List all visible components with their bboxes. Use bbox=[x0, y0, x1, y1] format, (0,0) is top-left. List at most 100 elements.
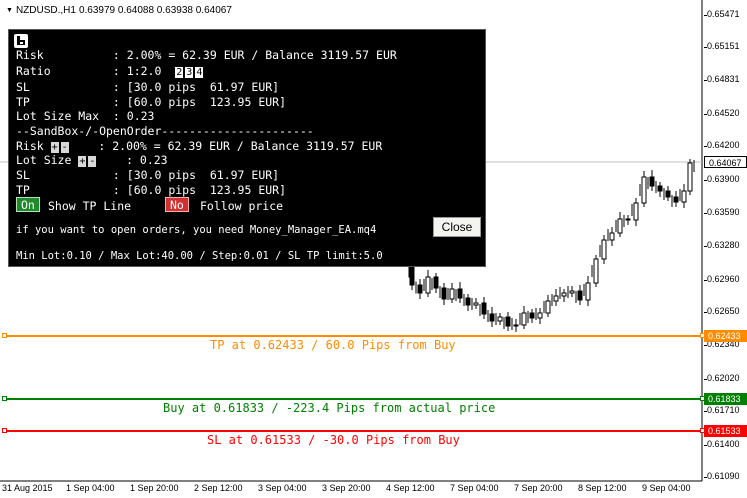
candle-body bbox=[481, 302, 487, 315]
price-tick: 0.63900 bbox=[704, 174, 740, 184]
price-tick: 0.61400 bbox=[704, 439, 740, 449]
show-tp-line-toggle[interactable]: On bbox=[16, 197, 40, 212]
panel-logo-icon bbox=[14, 34, 28, 48]
time-tick: 31 Aug 2015 bbox=[2, 483, 53, 493]
candle-body bbox=[457, 288, 463, 299]
candle-body bbox=[489, 313, 495, 322]
candle-body bbox=[441, 287, 447, 300]
sandbox-sl-row: SL : [30.0 pips 61.97 EUR] bbox=[16, 168, 280, 182]
sl-line-right-handle[interactable] bbox=[700, 428, 705, 433]
candle-body bbox=[505, 316, 511, 327]
tp-line-right-handle[interactable] bbox=[700, 333, 705, 338]
candle-body bbox=[569, 290, 575, 294]
collapse-triangle-icon[interactable]: ▼ bbox=[6, 7, 13, 14]
price-tick: 0.65471 bbox=[704, 9, 740, 19]
sandbox-lot-label: Lot Size bbox=[16, 153, 79, 167]
buy-price-flag: 0.61833 bbox=[704, 393, 747, 405]
ohlc-values: 0.63979 0.64088 0.63938 0.64067 bbox=[78, 5, 232, 16]
candle-body bbox=[649, 176, 655, 187]
price-tick: 0.61710 bbox=[704, 405, 740, 415]
ratio-button-4[interactable]: 4 bbox=[195, 67, 204, 78]
tp-line-caption: TP at 0.62433 / 60.0 Pips from Buy bbox=[210, 338, 456, 352]
tp-row: TP : [60.0 pips 123.95 EUR] bbox=[16, 95, 287, 109]
price-tick: 0.62020 bbox=[704, 373, 740, 383]
buy-line[interactable] bbox=[2, 396, 705, 401]
price-tick: 0.65151 bbox=[704, 41, 740, 51]
follow-price-label: Follow price bbox=[200, 199, 284, 213]
time-tick: 7 Sep 20:00 bbox=[514, 483, 563, 493]
candle-body bbox=[633, 202, 639, 221]
risk-plus-button[interactable]: + bbox=[50, 142, 59, 153]
ea-required-note: if you want to open orders, you need Mon… bbox=[16, 224, 377, 236]
sandbox-lot-value: : 0.23 bbox=[98, 153, 168, 167]
sandbox-risk-value: : 2.00% = 62.39 EUR / Balance 3119.57 EU… bbox=[70, 139, 383, 153]
tp-price-flag: 0.62433 bbox=[704, 330, 747, 342]
candle-body bbox=[617, 218, 623, 234]
price-tick: 0.64831 bbox=[704, 74, 740, 84]
price-axis: 0.65471 0.65151 0.64831 0.64520 0.64200 … bbox=[703, 0, 747, 481]
time-tick: 1 Sep 04:00 bbox=[66, 483, 115, 493]
time-tick: 9 Sep 04:00 bbox=[642, 483, 691, 493]
tp-line-left-handle[interactable] bbox=[2, 333, 7, 338]
tp-line[interactable] bbox=[2, 333, 705, 338]
candle-body bbox=[545, 300, 551, 314]
sl-line-left-handle[interactable] bbox=[2, 428, 7, 433]
ratio-row: Ratio : 1:2.0 234 bbox=[16, 64, 205, 78]
price-tick: 0.62960 bbox=[704, 274, 740, 284]
sandbox-separator: --SandBox-/-OpenOrder-------------------… bbox=[16, 124, 314, 138]
time-axis: 31 Aug 2015 1 Sep 04:00 1 Sep 20:00 2 Se… bbox=[0, 483, 703, 498]
time-tick: 1 Sep 20:00 bbox=[130, 483, 179, 493]
buy-line-left-handle[interactable] bbox=[2, 396, 7, 401]
candle-body bbox=[657, 185, 663, 192]
close-button[interactable]: Close bbox=[433, 217, 481, 237]
sandbox-risk-label: Risk bbox=[16, 139, 51, 153]
sl-line-caption: SL at 0.61533 / -30.0 Pips from Buy bbox=[207, 433, 460, 447]
ratio-button-3[interactable]: 3 bbox=[185, 67, 194, 78]
candle-body bbox=[585, 282, 591, 301]
candle-body bbox=[513, 324, 519, 327]
candle-body bbox=[529, 312, 535, 319]
time-tick: 4 Sep 12:00 bbox=[386, 483, 435, 493]
time-tick: 3 Sep 20:00 bbox=[322, 483, 371, 493]
candle-body bbox=[425, 276, 431, 294]
candle-body bbox=[497, 316, 503, 322]
candle-body bbox=[449, 288, 455, 300]
price-tick: 0.64200 bbox=[704, 140, 740, 150]
price-tick: 0.62650 bbox=[704, 306, 740, 316]
time-tick: 2 Sep 12:00 bbox=[194, 483, 243, 493]
buy-line-right-handle[interactable] bbox=[700, 396, 705, 401]
lot-limits-footer: Min Lot:0.10 / Max Lot:40.00 / Step:0.01… bbox=[16, 250, 383, 262]
lot-plus-button[interactable]: + bbox=[78, 156, 87, 167]
candle-body bbox=[641, 176, 647, 204]
candle-body bbox=[537, 312, 543, 319]
ratio-button-2[interactable]: 2 bbox=[175, 67, 184, 78]
candle-body bbox=[417, 284, 423, 294]
ratio-label: Ratio : 1:2.0 bbox=[16, 64, 176, 78]
candle-body bbox=[593, 258, 599, 284]
follow-price-toggle[interactable]: No bbox=[165, 197, 189, 212]
candle-body bbox=[673, 196, 679, 203]
price-tick: 0.64520 bbox=[704, 108, 740, 118]
risk-row: Risk : 2.00% = 62.39 EUR / Balance 3119.… bbox=[16, 48, 397, 62]
price-tick: 0.63590 bbox=[704, 207, 740, 217]
chart-symbol-label: ▼ NZDUSD.,H1 0.63979 0.64088 0.63938 0.6… bbox=[6, 5, 232, 16]
sandbox-lot-row: Lot Size + - : 0.23 bbox=[16, 153, 168, 167]
buy-line-caption: Buy at 0.61833 / -223.4 Pips from actual… bbox=[163, 401, 496, 415]
sl-row: SL : [30.0 pips 61.97 EUR] bbox=[16, 80, 280, 94]
symbol-name: NZDUSD.,H1 bbox=[15, 5, 76, 16]
candle-body bbox=[681, 190, 687, 203]
risk-minus-button[interactable]: - bbox=[60, 142, 69, 153]
sl-price-flag: 0.61533 bbox=[704, 425, 747, 437]
time-tick: 3 Sep 04:00 bbox=[258, 483, 307, 493]
sandbox-tp-row: TP : [60.0 pips 123.95 EUR] bbox=[16, 183, 287, 197]
candle-body bbox=[687, 162, 693, 192]
sl-line[interactable] bbox=[2, 428, 705, 433]
candle-body bbox=[577, 290, 583, 301]
price-tick: 0.61090 bbox=[704, 471, 740, 481]
lot-minus-button[interactable]: - bbox=[88, 156, 97, 167]
candle-body bbox=[561, 292, 567, 297]
price-tick: 0.63280 bbox=[704, 240, 740, 250]
time-tick: 8 Sep 12:00 bbox=[578, 483, 627, 493]
candle-body bbox=[433, 276, 439, 289]
candle-body bbox=[473, 302, 479, 306]
